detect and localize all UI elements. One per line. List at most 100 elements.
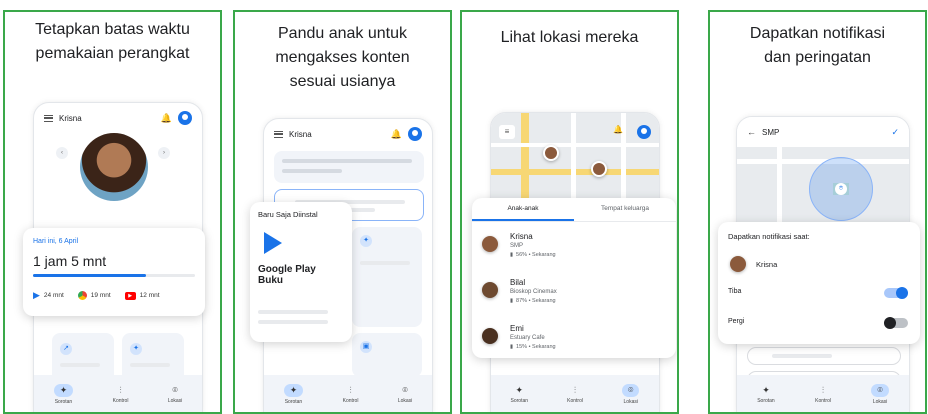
- map-road: [571, 113, 576, 203]
- child-map-marker[interactable]: [591, 161, 607, 177]
- caption-line: mengakses konten: [275, 49, 410, 66]
- nav-location[interactable]: ⌾ Lokasi: [398, 385, 412, 404]
- location-pin-icon: ⌾: [622, 383, 640, 397]
- location-panel: Lihat lokasi mereka ≡ 🔔 ✦ Sorotan ⫶ Kontro…: [460, 10, 679, 414]
- menu-icon[interactable]: ≡: [499, 125, 515, 139]
- place-title: SMP: [762, 127, 780, 137]
- sliders-icon: ⫶: [573, 384, 577, 395]
- recently-installed-card[interactable]: Baru Saja Diinstal Google Play Buku: [250, 202, 352, 342]
- placeholder-bar: [60, 363, 100, 367]
- screen-time-card[interactable]: Hari ini, 6 April 1 jam 5 mnt ▶ 24 mnt 19…: [23, 228, 205, 316]
- bottom-nav: ✦ Sorotan ⫶ Kontrol ⌾ Lokasi: [264, 375, 432, 412]
- nav-highlights[interactable]: ✦ Sorotan: [53, 383, 74, 405]
- caption-line: Tetapkan batas waktu: [35, 21, 190, 38]
- nav-label: Kontrol: [112, 397, 129, 404]
- youtube-icon: ▶: [124, 291, 136, 300]
- bulb-icon: ✦: [130, 343, 142, 355]
- caption: Dapatkan notifikasi dan peringatan: [710, 22, 925, 70]
- nav-controls[interactable]: ⫶ Kontrol: [815, 385, 831, 404]
- app-name-line: Google Play: [258, 264, 316, 275]
- map-road: [491, 143, 659, 147]
- caption-line: sesuai usianya: [289, 73, 396, 90]
- map[interactable]: ⌾: [737, 147, 909, 227]
- tile[interactable]: ✦: [352, 227, 422, 327]
- app-time: 19 mnt: [90, 292, 111, 299]
- back-arrow-icon[interactable]: ←: [747, 127, 756, 137]
- child-place: SMP: [510, 243, 524, 249]
- child-name: Krisna: [510, 232, 533, 241]
- children-list-card: Anak-anak Tempat keluarga Krisna SMP ▮ 56…: [472, 198, 676, 358]
- app-bar: ← SMP ✓: [737, 117, 909, 147]
- caption-line: Dapatkan notifikasi: [749, 25, 886, 42]
- notification-settings-card: Dapatkan notifikasi saat: Krisna Tiba Pe…: [718, 222, 920, 344]
- app-name: Google Play Buku: [258, 264, 316, 286]
- play-store-icon: ▶: [33, 290, 40, 300]
- child-avatar: [482, 282, 498, 298]
- date-label: Hari ini, 6 April: [33, 238, 79, 245]
- caption: Lihat lokasi mereka: [500, 29, 639, 46]
- app-usage: 19 mnt: [77, 291, 111, 300]
- leave-toggle[interactable]: [884, 317, 908, 329]
- placeholder-bar: [360, 261, 410, 265]
- app-time: 24 mnt: [43, 292, 64, 299]
- content-guide-panel: Pandu anak untuk mengakses konten sesuai…: [233, 10, 452, 414]
- usage-bar-fill: [33, 274, 147, 277]
- nav-location[interactable]: ⌾ Lokasi: [168, 385, 182, 404]
- next-child-icon[interactable]: ›: [158, 147, 170, 159]
- trend-icon: ↗: [60, 343, 72, 355]
- account-avatar[interactable]: [637, 125, 651, 139]
- tile[interactable]: ▣: [352, 333, 422, 377]
- bell-icon[interactable]: 🔔: [161, 113, 172, 124]
- nav-label: Lokasi: [397, 397, 413, 404]
- map-road: [777, 147, 782, 227]
- sliders-icon: ⫶: [349, 384, 352, 395]
- nav-highlights[interactable]: ✦ Sorotan: [511, 385, 529, 404]
- location-pin-icon: ⌾: [871, 383, 889, 397]
- bulb-icon: ✦: [360, 235, 372, 247]
- menu-icon[interactable]: [274, 130, 283, 138]
- nav-highlights[interactable]: ✦ Sorotan: [757, 385, 775, 404]
- nav-label: Kontrol: [815, 397, 831, 404]
- account-avatar[interactable]: [178, 111, 192, 125]
- menu-icon[interactable]: [44, 114, 53, 122]
- map[interactable]: ≡ 🔔: [491, 113, 659, 203]
- status-text: 56% • Sekarang: [516, 252, 556, 258]
- prev-child-icon[interactable]: ‹: [56, 147, 68, 159]
- arrive-toggle[interactable]: [884, 287, 908, 299]
- toggle-knob: [896, 287, 908, 299]
- bell-icon[interactable]: 🔔: [613, 125, 623, 134]
- check-icon[interactable]: ✓: [891, 127, 899, 138]
- tab-family-places[interactable]: Tempat keluarga: [574, 198, 676, 221]
- child-avatar: [482, 236, 498, 252]
- placeholder-bar: [282, 159, 412, 163]
- placeholder-field[interactable]: [747, 347, 901, 365]
- screen-limits-panel: Tetapkan batas waktu pemakaian perangkat…: [3, 10, 222, 414]
- nav-label: Sorotan: [757, 397, 775, 404]
- placeholder-bar: [282, 169, 342, 173]
- bell-icon[interactable]: 🔔: [391, 129, 402, 140]
- bottom-nav: ✦ Sorotan ⫶ Kontrol ⌾ Lokasi: [34, 375, 202, 412]
- child-map-marker[interactable]: [543, 145, 559, 161]
- child-status: ▮ 56% • Sekarang: [510, 252, 556, 258]
- nav-label: Sorotan: [510, 397, 529, 404]
- nav-highlights[interactable]: ✦ Sorotan: [283, 383, 304, 405]
- nav-controls[interactable]: ⫶ Kontrol: [343, 385, 359, 404]
- app-bar: Krisna 🔔: [264, 119, 432, 149]
- account-avatar[interactable]: [408, 127, 422, 141]
- child-status: ▮ 87% • Sekarang: [510, 298, 556, 304]
- battery-icon: ▮: [510, 298, 514, 304]
- chat-icon: ▣: [360, 341, 372, 353]
- tabs: Anak-anak Tempat keluarga: [472, 198, 676, 222]
- nav-controls[interactable]: ⫶ Kontrol: [113, 385, 129, 404]
- option-label: Pergi: [728, 318, 745, 325]
- tab-children[interactable]: Anak-anak: [472, 198, 574, 221]
- card-title: Dapatkan notifikasi saat:: [728, 232, 810, 241]
- placeholder-bar: [130, 363, 170, 367]
- location-pin-icon: ⌾: [402, 384, 408, 395]
- nav-location[interactable]: ⌾ Lokasi: [622, 383, 640, 405]
- play-books-icon: [264, 232, 282, 254]
- nav-location[interactable]: ⌾ Lokasi: [871, 383, 889, 405]
- nav-controls[interactable]: ⫶ Kontrol: [567, 385, 583, 404]
- child-name: Krisna: [289, 129, 312, 139]
- battery-icon: ▮: [510, 344, 514, 350]
